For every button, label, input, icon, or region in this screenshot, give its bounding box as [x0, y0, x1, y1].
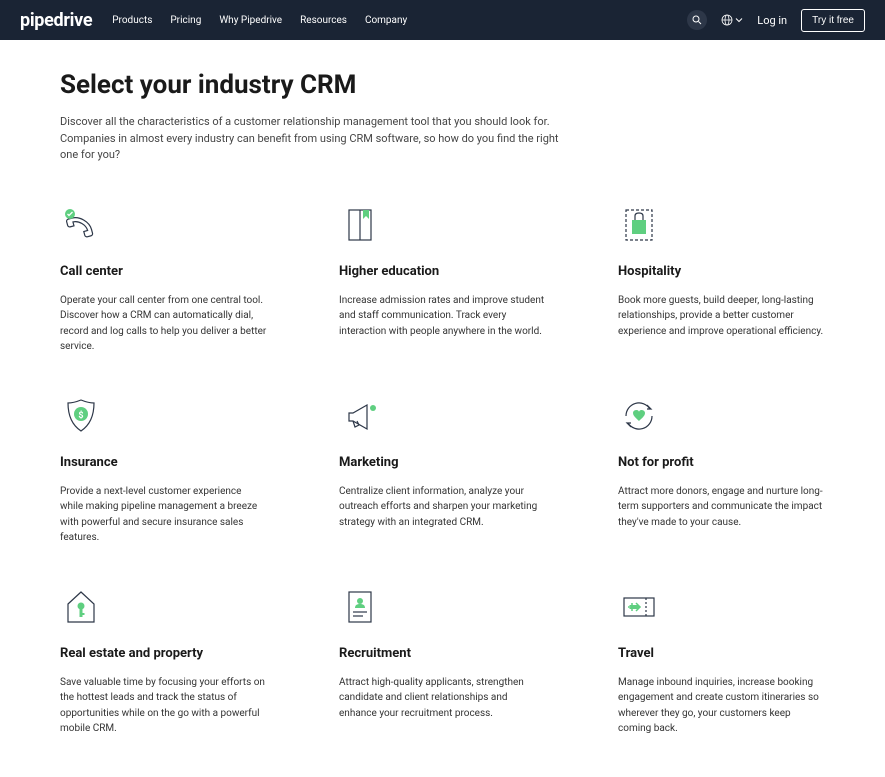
card-title: Hospitality [618, 264, 825, 279]
shield-icon: $ [60, 395, 102, 437]
chevron-down-icon [735, 16, 743, 24]
card-desc: Provide a next-level customer experience… [60, 484, 267, 546]
card-call-center[interactable]: Call center Operate your call center fro… [60, 204, 267, 355]
card-travel[interactable]: Travel Manage inbound inquiries, increas… [618, 586, 825, 737]
card-higher-education[interactable]: Higher education Increase admission rate… [339, 204, 546, 355]
card-real-estate[interactable]: Real estate and property Save valuable t… [60, 586, 267, 737]
card-desc: Increase admission rates and improve stu… [339, 293, 546, 340]
header-left: pipedrive Products Pricing Why Pipedrive… [20, 10, 407, 31]
card-hospitality[interactable]: Hospitality Book more guests, build deep… [618, 204, 825, 355]
megaphone-icon [339, 395, 381, 437]
try-free-button[interactable]: Try it free [801, 9, 865, 32]
language-button[interactable] [721, 14, 743, 26]
card-title: Insurance [60, 455, 267, 470]
nav-pricing[interactable]: Pricing [170, 15, 201, 26]
phone-icon [60, 204, 102, 246]
nav-products[interactable]: Products [112, 15, 152, 26]
nav-resources[interactable]: Resources [300, 15, 347, 26]
page-title: Select your industry CRM [60, 70, 825, 100]
card-title: Not for profit [618, 455, 825, 470]
card-desc: Attract more donors, engage and nurture … [618, 484, 825, 531]
card-recruitment[interactable]: Recruitment Attract high-quality applica… [339, 586, 546, 737]
card-desc: Manage inbound inquiries, increase booki… [618, 675, 825, 737]
search-icon [692, 15, 702, 25]
logo[interactable]: pipedrive [20, 10, 92, 31]
search-button[interactable] [687, 10, 707, 30]
card-title: Call center [60, 264, 267, 279]
card-insurance[interactable]: $ Insurance Provide a next-level custome… [60, 395, 267, 546]
page-subtitle: Discover all the characteristics of a cu… [60, 114, 560, 164]
plane-ticket-icon [618, 586, 660, 628]
header-right: Log in Try it free [687, 9, 865, 32]
card-desc: Book more guests, build deeper, long-las… [618, 293, 825, 340]
card-desc: Operate your call center from one centra… [60, 293, 267, 355]
industry-grid: Call center Operate your call center fro… [60, 204, 825, 737]
nav-why[interactable]: Why Pipedrive [219, 15, 282, 26]
card-desc: Attract high-quality applicants, strengt… [339, 675, 546, 722]
shopping-bag-icon [618, 204, 660, 246]
resume-icon [339, 586, 381, 628]
house-key-icon [60, 586, 102, 628]
card-marketing[interactable]: Marketing Centralize client information,… [339, 395, 546, 546]
card-title: Real estate and property [60, 646, 267, 661]
card-desc: Save valuable time by focusing your effo… [60, 675, 267, 737]
globe-icon [721, 14, 733, 26]
card-title: Travel [618, 646, 825, 661]
card-title: Recruitment [339, 646, 546, 661]
card-title: Marketing [339, 455, 546, 470]
card-title: Higher education [339, 264, 546, 279]
svg-text:$: $ [78, 410, 83, 421]
card-not-for-profit[interactable]: Not for profit Attract more donors, enga… [618, 395, 825, 546]
nav: Products Pricing Why Pipedrive Resources… [112, 15, 407, 26]
nav-company[interactable]: Company [365, 15, 407, 26]
book-icon [339, 204, 381, 246]
login-link[interactable]: Log in [757, 14, 787, 27]
header: pipedrive Products Pricing Why Pipedrive… [0, 0, 885, 40]
main-container: Select your industry CRM Discover all th… [0, 40, 885, 777]
heart-refresh-icon [618, 395, 660, 437]
card-desc: Centralize client information, analyze y… [339, 484, 546, 531]
